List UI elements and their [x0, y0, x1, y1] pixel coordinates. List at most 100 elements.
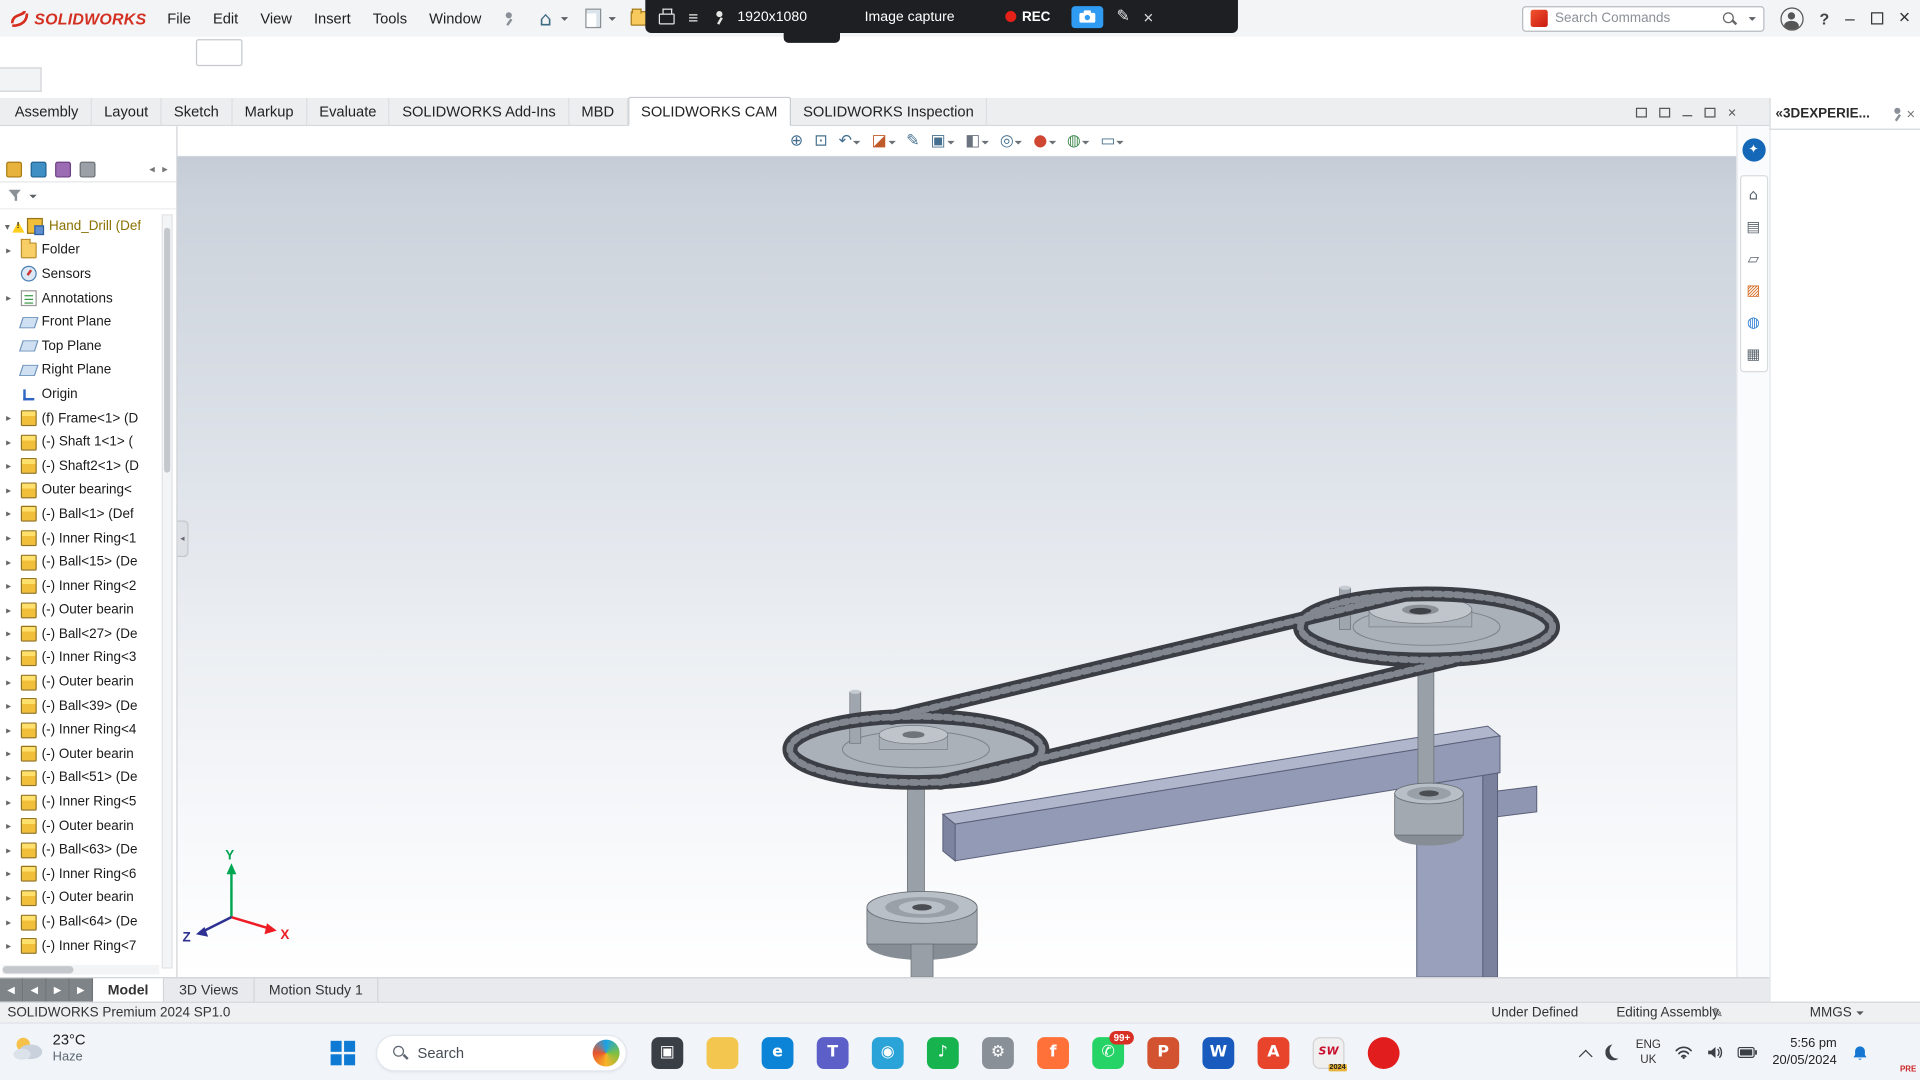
dropdown-caret-icon[interactable] — [561, 17, 568, 24]
ribbon-tab[interactable]: Assembly — [2, 98, 91, 125]
menu-item[interactable]: Tools — [362, 4, 418, 33]
battery-icon[interactable] — [1738, 1047, 1758, 1058]
settings-icon[interactable]: ⚙ — [982, 1037, 1014, 1069]
apply-scene-icon[interactable] — [1063, 130, 1093, 153]
teams-icon[interactable]: T — [817, 1037, 849, 1069]
tree-item[interactable]: (-) Shaft2<1> (D — [0, 454, 163, 478]
home-tab-icon[interactable] — [1742, 182, 1765, 205]
tree-item[interactable]: (-) Ball<51> (De — [0, 766, 163, 790]
scroll-first-button[interactable]: ◀ — [0, 978, 23, 1001]
expand-arrow-icon[interactable] — [5, 219, 10, 234]
tree-item[interactable]: (-) Inner Ring<2 — [0, 574, 163, 598]
menu-item[interactable]: Insert — [303, 4, 362, 33]
adobe-icon[interactable]: A — [1258, 1037, 1290, 1069]
expand-arrow-icon[interactable] — [6, 437, 17, 448]
panel-collapse-handle[interactable] — [178, 520, 189, 557]
expand-arrow-icon[interactable] — [6, 509, 17, 520]
scroll-prev-button[interactable]: ◀ — [23, 978, 46, 1001]
filter-icon[interactable] — [9, 189, 22, 202]
expand-arrow-icon[interactable] — [6, 845, 17, 856]
expand-arrow-icon[interactable] — [6, 701, 17, 712]
tree-item[interactable]: (-) Outer bearin — [0, 814, 163, 838]
menu-item[interactable]: Edit — [202, 4, 249, 33]
new-window-icon[interactable] — [1636, 108, 1647, 118]
zoom-area-icon[interactable] — [811, 130, 832, 153]
quick-tool[interactable] — [582, 7, 616, 29]
restore-button[interactable] — [1871, 12, 1883, 24]
ribbon-tab[interactable]: Layout — [92, 98, 162, 125]
unit-system-selector[interactable]: MMGS — [1810, 1005, 1864, 1020]
previous-view-icon[interactable] — [835, 130, 864, 153]
expand-arrow-icon[interactable] — [6, 485, 17, 496]
tree-item[interactable]: (-) Inner Ring<3 — [0, 646, 163, 670]
graphics-area[interactable]: Y X Z — [178, 126, 1737, 977]
hide-show-items-icon[interactable] — [996, 130, 1026, 153]
tree-item[interactable]: Annotations — [0, 286, 163, 310]
expand-arrow-icon[interactable] — [6, 773, 17, 784]
tile-windows-icon[interactable] — [1659, 108, 1670, 118]
tree-item[interactable]: (-) Inner Ring<4 — [0, 718, 163, 742]
ribbon-tab[interactable]: MBD — [569, 98, 627, 125]
capture-close-icon[interactable] — [1143, 7, 1153, 27]
expand-arrow-icon[interactable] — [6, 581, 17, 592]
printer-icon[interactable] — [659, 13, 675, 24]
minimize-button[interactable] — [1845, 9, 1855, 29]
firefox-icon[interactable]: f — [1037, 1037, 1069, 1069]
wifi-icon[interactable] — [1676, 1046, 1693, 1059]
keep-toolbar-pin-icon[interactable] — [500, 10, 515, 27]
pin-icon[interactable] — [712, 9, 724, 24]
taskbar-search[interactable]: Search — [376, 1034, 627, 1071]
tree-item[interactable]: (-) Ball<63> (De — [0, 838, 163, 862]
tree-item[interactable]: Front Plane — [0, 310, 163, 334]
dropdown-caret-icon[interactable] — [609, 17, 616, 24]
menu-item[interactable]: View — [249, 4, 303, 33]
spotify-icon[interactable]: ♪ — [927, 1037, 959, 1069]
tree-item[interactable]: (-) Outer bearin — [0, 742, 163, 766]
image-tab-icon[interactable] — [1742, 278, 1765, 301]
tree-item[interactable]: Top Plane — [0, 334, 163, 358]
pinned-app-icon[interactable]: ▣ — [651, 1037, 683, 1069]
solidworks-app-icon[interactable]: SW 2024 — [1313, 1037, 1345, 1069]
view-orientation-icon[interactable] — [927, 130, 958, 153]
ribbon-tab[interactable]: Sketch — [162, 98, 233, 125]
expand-arrow-icon[interactable] — [6, 869, 17, 880]
manager-tab-arrows[interactable]: ◂▸ — [149, 162, 170, 175]
ribbon-tab[interactable]: SOLIDWORKS Add-Ins — [390, 98, 569, 125]
tree-item[interactable]: (-) Outer bearin — [0, 670, 163, 694]
menu-icon[interactable] — [688, 7, 698, 27]
panel-close-icon[interactable] — [1907, 105, 1916, 122]
expand-arrow-icon[interactable] — [6, 725, 17, 736]
volume-icon[interactable] — [1707, 1046, 1723, 1059]
displaymanager-icon[interactable] — [80, 161, 96, 177]
scroll-last-button[interactable]: ▶ — [70, 978, 93, 1001]
grid-tab-icon[interactable] — [1742, 342, 1765, 365]
expand-arrow-icon[interactable] — [6, 941, 17, 952]
screenshot-button[interactable] — [1071, 6, 1103, 28]
filter-caret-icon[interactable] — [29, 194, 36, 201]
scroll-next-button[interactable]: ▶ — [47, 978, 70, 1001]
file-explorer-icon[interactable] — [707, 1037, 739, 1069]
edge-icon[interactable]: e — [762, 1037, 794, 1069]
tree-item[interactable]: Right Plane — [0, 358, 163, 382]
expand-arrow-icon[interactable] — [6, 653, 17, 664]
tree-root-item[interactable]: Hand_Drill (Def — [0, 214, 163, 238]
tree-item[interactable]: (-) Shaft 1<1> ( — [0, 430, 163, 454]
copilot-button[interactable]: PRE — [1883, 1037, 1912, 1069]
help-icon[interactable] — [1819, 9, 1829, 27]
tree-vertical-scrollbar[interactable] — [162, 214, 173, 968]
expand-arrow-icon[interactable] — [6, 797, 17, 808]
expand-arrow-icon[interactable] — [6, 557, 17, 568]
search-caret-icon[interactable] — [1748, 17, 1755, 24]
tree-item[interactable]: Sensors — [0, 262, 163, 286]
document-tab[interactable]: Motion Study 1 — [254, 978, 379, 1001]
minimize-doc-icon[interactable] — [1682, 115, 1692, 117]
start-button[interactable] — [322, 1032, 364, 1074]
ribbon-tab[interactable]: SOLIDWORKS Inspection — [791, 98, 987, 125]
left-shaft-assembly[interactable] — [867, 757, 977, 977]
globe-tab-icon[interactable] — [1742, 310, 1765, 333]
tree-item[interactable]: (-) Ball<1> (Def — [0, 502, 163, 526]
tree-item[interactable]: Origin — [0, 382, 163, 406]
search-icon[interactable] — [1722, 10, 1738, 26]
expand-arrow-icon[interactable] — [6, 821, 17, 832]
featuremanager-icon[interactable] — [6, 161, 22, 177]
